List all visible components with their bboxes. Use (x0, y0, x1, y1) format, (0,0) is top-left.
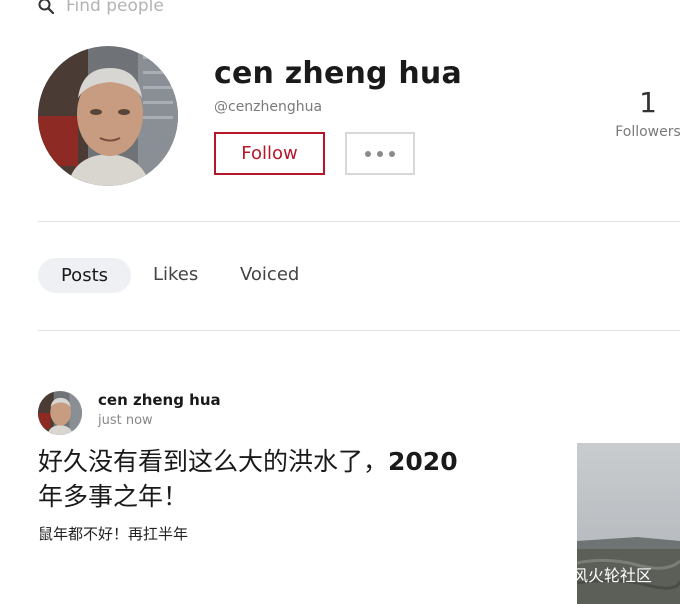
profile-handle: @cenzhenghua (214, 99, 323, 115)
followers-count[interactable]: 1 (600, 86, 680, 119)
watermark-text: 风火轮社区 (572, 566, 653, 585)
profile-name: cen zheng hua (214, 56, 462, 91)
followers-label[interactable]: Followers (600, 124, 680, 140)
search-input[interactable]: Find people (66, 0, 164, 16)
follow-button[interactable]: Follow (214, 132, 325, 175)
more-icon (362, 150, 398, 157)
post-timestamp: just now (98, 413, 153, 428)
tab-voiced[interactable]: Voiced (240, 264, 299, 285)
divider (38, 330, 680, 331)
watermark: 风火轮社区 (540, 562, 652, 586)
avatar (38, 46, 178, 186)
post-subtitle: 鼠年都不好！再扛半年 (38, 525, 189, 543)
divider (38, 221, 680, 222)
post-title-text-2: 年多事之年！ (38, 482, 189, 511)
post-author-avatar[interactable] (38, 391, 82, 435)
post-title[interactable]: 好久没有看到这么大的洪水了，2020 年多事之年！ (38, 444, 508, 514)
search-bar[interactable]: Find people (38, 0, 164, 18)
tab-posts[interactable]: Posts (38, 258, 131, 293)
search-icon (38, 0, 54, 14)
more-options-button[interactable] (345, 132, 415, 175)
post-author-name[interactable]: cen zheng hua (98, 391, 221, 409)
wechat-icon (540, 563, 566, 584)
tab-likes[interactable]: Likes (153, 264, 198, 285)
post-title-year: 2020 (388, 447, 458, 476)
post-title-text: 好久没有看到这么大的洪水了， (38, 447, 389, 476)
